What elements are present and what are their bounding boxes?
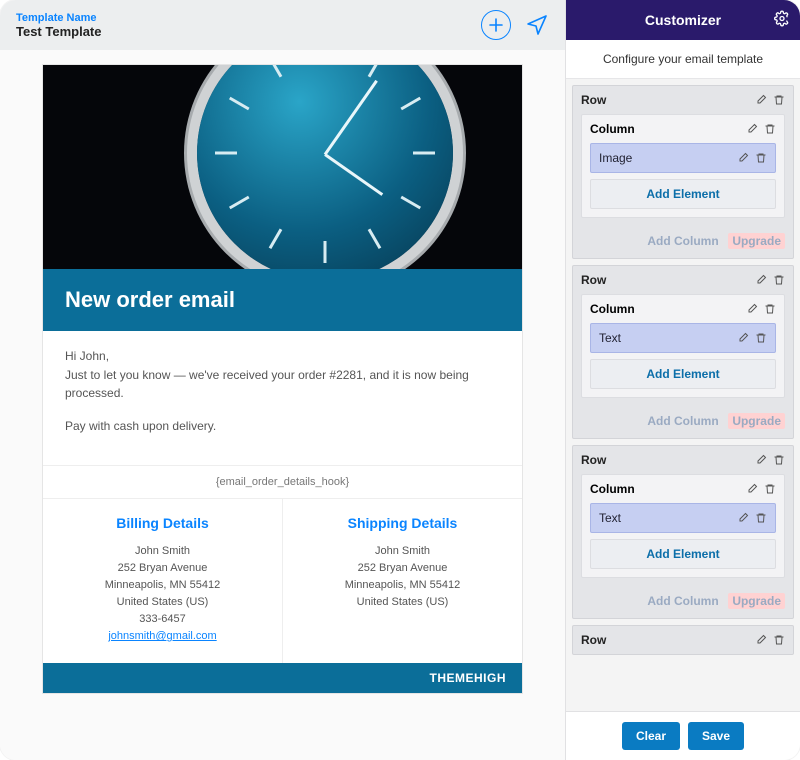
edit-icon[interactable] xyxy=(755,94,767,106)
upgrade-badge[interactable]: Upgrade xyxy=(728,233,785,249)
edit-icon[interactable] xyxy=(737,332,749,344)
edit-icon[interactable] xyxy=(755,274,767,286)
plus-icon xyxy=(489,18,503,32)
delete-icon[interactable] xyxy=(764,303,776,315)
column-header[interactable]: Column xyxy=(582,115,784,143)
payment-note: Pay with cash upon delivery. xyxy=(65,417,500,436)
add-column-button[interactable]: Add Column xyxy=(647,234,718,248)
shipping-city: Minneapolis, MN 55412 xyxy=(293,577,512,594)
delete-icon[interactable] xyxy=(773,94,785,106)
settings-button[interactable] xyxy=(774,11,790,30)
shipping-country: United States (US) xyxy=(293,594,512,611)
order-details-hook: {email_order_details_hook} xyxy=(43,465,522,499)
intro-text: Just to let you know — we've received yo… xyxy=(65,368,469,401)
billing-column: Billing Details John Smith 252 Bryan Ave… xyxy=(43,499,282,663)
customizer-subtitle: Configure your email template xyxy=(566,40,800,79)
add-element-button[interactable]: Add Element xyxy=(590,359,776,389)
template-name-value: Test Template xyxy=(16,24,469,39)
delete-icon[interactable] xyxy=(773,274,785,286)
hero-image xyxy=(43,65,522,269)
gear-icon xyxy=(774,11,790,27)
add-element-button[interactable]: Add Element xyxy=(590,179,776,209)
row-header[interactable]: Row xyxy=(573,446,793,474)
billing-email-link[interactable]: johnsmith@gmail.com xyxy=(108,630,216,642)
column-block: ColumnText Add Element xyxy=(581,474,785,578)
template-name-label: Template Name xyxy=(16,12,469,24)
upgrade-badge[interactable]: Upgrade xyxy=(728,593,785,609)
shipping-column: Shipping Details John Smith 252 Bryan Av… xyxy=(282,499,522,663)
column-header[interactable]: Column xyxy=(582,475,784,503)
edit-icon[interactable] xyxy=(755,454,767,466)
shipping-street: 252 Bryan Avenue xyxy=(293,560,512,577)
row-block: RowColumnText Add Element Add Column Upgrad… xyxy=(572,445,794,619)
delete-icon[interactable] xyxy=(773,454,785,466)
add-column-button[interactable]: Add Column xyxy=(647,414,718,428)
delete-icon[interactable] xyxy=(755,152,767,164)
row-header[interactable]: Row xyxy=(573,626,793,654)
add-column-button[interactable]: Add Column xyxy=(647,594,718,608)
column-header[interactable]: Column xyxy=(582,295,784,323)
column-block: ColumnText Add Element xyxy=(581,294,785,398)
edit-icon[interactable] xyxy=(737,152,749,164)
shipping-title: Shipping Details xyxy=(293,513,512,535)
element-item[interactable]: Text xyxy=(590,503,776,533)
delete-icon[interactable] xyxy=(764,123,776,135)
save-button[interactable]: Save xyxy=(688,722,744,750)
clear-button[interactable]: Clear xyxy=(622,722,680,750)
template-header: Template Name Test Template xyxy=(0,0,565,50)
row-block: RowColumnText Add Element Add Column Upgrad… xyxy=(572,265,794,439)
edit-icon[interactable] xyxy=(746,303,758,315)
billing-phone: 333-6457 xyxy=(53,611,272,628)
add-element-button[interactable]: Add Element xyxy=(590,539,776,569)
email-title: New order email xyxy=(43,269,522,331)
delete-icon[interactable] xyxy=(764,483,776,495)
customizer-header: Customizer xyxy=(566,0,800,40)
element-item[interactable]: Image xyxy=(590,143,776,173)
edit-icon[interactable] xyxy=(755,634,767,646)
add-column-row: Add Column Upgrade xyxy=(573,226,793,258)
customizer-title: Customizer xyxy=(645,12,721,28)
email-footer-brand: THEMEHIGH xyxy=(43,663,522,693)
shipping-name: John Smith xyxy=(293,543,512,560)
paper-plane-icon xyxy=(525,13,549,37)
row-block: Row xyxy=(572,625,794,655)
delete-icon[interactable] xyxy=(755,512,767,524)
billing-street: 252 Bryan Avenue xyxy=(53,560,272,577)
edit-icon[interactable] xyxy=(737,512,749,524)
row-header[interactable]: Row xyxy=(573,266,793,294)
add-column-row: Add Column Upgrade xyxy=(573,406,793,438)
billing-title: Billing Details xyxy=(53,513,272,535)
add-button[interactable] xyxy=(481,10,511,40)
column-block: ColumnImage Add Element xyxy=(581,114,785,218)
billing-city: Minneapolis, MN 55412 xyxy=(53,577,272,594)
send-button[interactable] xyxy=(525,13,549,37)
edit-icon[interactable] xyxy=(746,483,758,495)
row-block: RowColumnImage Add Element Add Column Upgra… xyxy=(572,85,794,259)
delete-icon[interactable] xyxy=(755,332,767,344)
element-item[interactable]: Text xyxy=(590,323,776,353)
upgrade-badge[interactable]: Upgrade xyxy=(728,413,785,429)
edit-icon[interactable] xyxy=(746,123,758,135)
email-preview: New order email Hi John, Just to let you… xyxy=(0,50,565,760)
billing-name: John Smith xyxy=(53,543,272,560)
row-header[interactable]: Row xyxy=(573,86,793,114)
delete-icon[interactable] xyxy=(773,634,785,646)
add-column-row: Add Column Upgrade xyxy=(573,586,793,618)
greeting-text: Hi John, xyxy=(65,349,109,363)
billing-country: United States (US) xyxy=(53,594,272,611)
